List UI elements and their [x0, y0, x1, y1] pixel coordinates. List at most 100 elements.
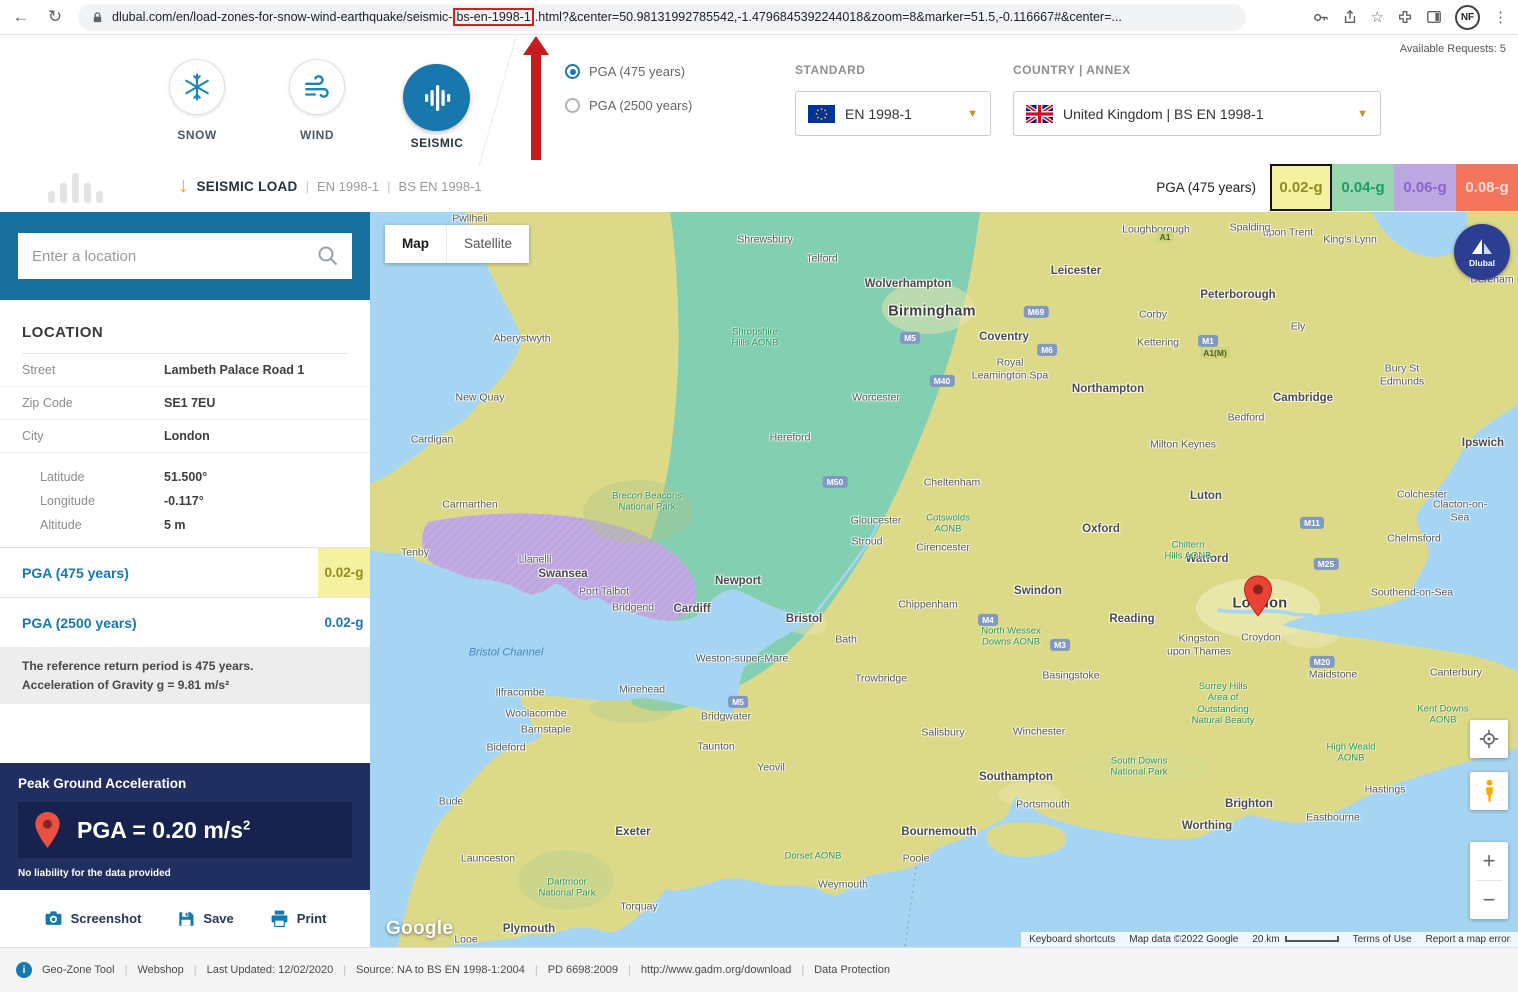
- country-annex-dropdown[interactable]: United Kingdom | BS EN 1998-1 ▼: [1013, 91, 1381, 136]
- pga-475-row[interactable]: PGA (475 years) 0.02-g: [0, 547, 370, 597]
- standard-value: EN 1998-1: [845, 105, 912, 122]
- pga-result-value: PGA = 0.20 m/s2: [77, 816, 251, 843]
- chevron-down-icon[interactable]: ▼: [1357, 108, 1368, 120]
- map-label: King's Lynn: [1323, 233, 1377, 246]
- search-input[interactable]: [18, 233, 352, 279]
- footer-link[interactable]: Data Protection: [801, 964, 890, 976]
- reference-note: The reference return period is 475 years…: [0, 647, 370, 705]
- map-label: Bridgwater: [700, 710, 752, 723]
- map-label: M25: [1313, 557, 1339, 571]
- sidebar: LOCATION Street Lambeth Palace Road 1 Zi…: [0, 212, 370, 947]
- map-label: Bedford: [1227, 411, 1265, 424]
- info-icon[interactable]: i: [16, 962, 32, 978]
- reload-icon[interactable]: ↻: [44, 7, 66, 27]
- pegman-button[interactable]: [1470, 772, 1508, 810]
- save-button[interactable]: Save: [177, 910, 234, 928]
- extensions-icon[interactable]: [1397, 9, 1413, 25]
- wind-tab[interactable]: [289, 59, 345, 115]
- footer-link[interactable]: Last Updated: 12/02/2020: [194, 964, 334, 976]
- back-icon[interactable]: ←: [10, 7, 32, 27]
- map-view-button[interactable]: Map: [385, 225, 446, 263]
- legend-chip[interactable]: 0.06-g: [1394, 164, 1456, 211]
- print-button[interactable]: Print: [270, 909, 326, 928]
- map-label: Dorset AONB: [784, 850, 842, 862]
- location-row: Zip Code SE1 7EU: [0, 387, 370, 420]
- share-icon[interactable]: [1342, 9, 1358, 25]
- country-annex-label: COUNTRY | ANNEX: [1013, 63, 1131, 77]
- keyboard-shortcuts-link[interactable]: Keyboard shortcuts: [1029, 934, 1115, 945]
- footer-link[interactable]: Source: NA to BS EN 1998-1:2004: [343, 964, 525, 976]
- wind-tab-label[interactable]: WIND: [257, 128, 377, 142]
- map-label: M40: [929, 374, 955, 388]
- map-label: Port Talbot: [578, 585, 630, 598]
- scale-label: 20 km: [1252, 934, 1339, 945]
- map-label: Winchester: [1012, 725, 1066, 738]
- side-panel-icon[interactable]: [1426, 9, 1442, 25]
- screenshot-button[interactable]: Screenshot: [44, 909, 141, 928]
- dlubal-watermark: [48, 169, 103, 203]
- map-label: Kingston upon Thames: [1166, 632, 1232, 657]
- annotation-arrow-shaft: [531, 54, 541, 160]
- url-bar[interactable]: dlubal.com/en/load-zones-for-snow-wind-e…: [78, 3, 1246, 31]
- footer-link[interactable]: Webshop: [125, 964, 183, 976]
- app-footer: i Geo-Zone Tool Webshop Last Updated: 12/0…: [0, 947, 1518, 992]
- map-label: M69: [1023, 305, 1049, 319]
- menu-dots-icon[interactable]: ⋮: [1493, 8, 1508, 26]
- report-error-link[interactable]: Report a map error: [1426, 934, 1510, 945]
- map-label: Maidstone: [1308, 668, 1358, 681]
- legend-chip[interactable]: 0.04-g: [1332, 164, 1394, 211]
- map-label: Croydon: [1241, 631, 1281, 644]
- zoom-out-button[interactable]: −: [1470, 881, 1508, 919]
- bookmark-star-icon[interactable]: ☆: [1371, 8, 1384, 26]
- standard-dropdown[interactable]: EN 1998-1 ▼: [795, 91, 991, 136]
- radio-pga-2500[interactable]: PGA (2500 years): [565, 98, 692, 113]
- my-location-button[interactable]: [1470, 720, 1508, 758]
- search-icon[interactable]: [316, 244, 340, 268]
- snow-tab-label[interactable]: SNOW: [137, 128, 257, 142]
- map-label: Salisbury: [921, 726, 965, 739]
- legend-chip[interactable]: 0.08-g: [1456, 164, 1518, 211]
- radio-selected-icon[interactable]: [565, 64, 580, 79]
- map-label: Bude: [438, 795, 464, 808]
- map-label: Ipswich: [1461, 437, 1505, 450]
- footer-link[interactable]: http://www.gadm.org/download: [628, 964, 791, 976]
- google-logo: Google: [386, 918, 454, 939]
- footer-link[interactable]: PD 6698:2009: [535, 964, 618, 976]
- pga-panel-title: Peak Ground Acceleration: [18, 776, 187, 791]
- radio-pga-475-label: PGA (475 years): [589, 64, 686, 79]
- pga-2500-row[interactable]: PGA (2500 years) 0.02-g: [0, 597, 370, 647]
- legend-title: PGA (475 years): [1156, 180, 1256, 195]
- terms-link[interactable]: Terms of Use: [1353, 934, 1412, 945]
- map-marker[interactable]: [1243, 575, 1273, 617]
- zoom-in-button[interactable]: +: [1470, 842, 1508, 880]
- map-label: Bideford: [486, 741, 526, 754]
- locate-icon: [1479, 729, 1499, 749]
- map-label: Wolverhampton: [864, 278, 952, 291]
- seismic-tab[interactable]: [403, 64, 470, 131]
- snow-tab[interactable]: [169, 59, 225, 115]
- radio-pga-475[interactable]: PGA (475 years): [565, 64, 685, 79]
- url-text: dlubal.com/en/load-zones-for-snow-wind-e…: [112, 8, 1122, 26]
- profile-avatar[interactable]: NF: [1455, 4, 1480, 30]
- map-label: Exeter: [615, 826, 651, 839]
- radio-unselected-icon[interactable]: [565, 98, 580, 113]
- seismic-tab-label[interactable]: SEISMIC: [377, 136, 497, 150]
- map-label: M11: [1299, 516, 1325, 530]
- key-icon[interactable]: [1312, 9, 1329, 26]
- footer-link[interactable]: Geo-Zone Tool: [42, 964, 115, 976]
- scale-bar: [1284, 936, 1339, 943]
- chevron-down-icon[interactable]: ▼: [967, 108, 978, 120]
- map-label: Corby: [1138, 308, 1168, 321]
- radio-pga-2500-label: PGA (2500 years): [589, 98, 693, 113]
- legend-chip[interactable]: 0.02-g: [1270, 164, 1332, 211]
- satellite-view-button[interactable]: Satellite: [446, 225, 530, 263]
- map-label: A1: [1156, 230, 1174, 244]
- browser-chrome: ← ↻ dlubal.com/en/load-zones-for-snow-wi…: [0, 0, 1518, 35]
- page: ← ↻ dlubal.com/en/load-zones-for-snow-wi…: [0, 0, 1518, 992]
- map-label: Canterbury: [1430, 666, 1482, 679]
- pga-legend: 0.02-g 0.04-g 0.06-g 0.08-g: [1270, 164, 1518, 211]
- map-label: Kent Downs AONB: [1417, 703, 1469, 726]
- map-label: Worthing: [1181, 820, 1233, 833]
- map-label: Bury St Edmunds: [1379, 362, 1425, 387]
- map-label: Bridgend: [611, 601, 655, 614]
